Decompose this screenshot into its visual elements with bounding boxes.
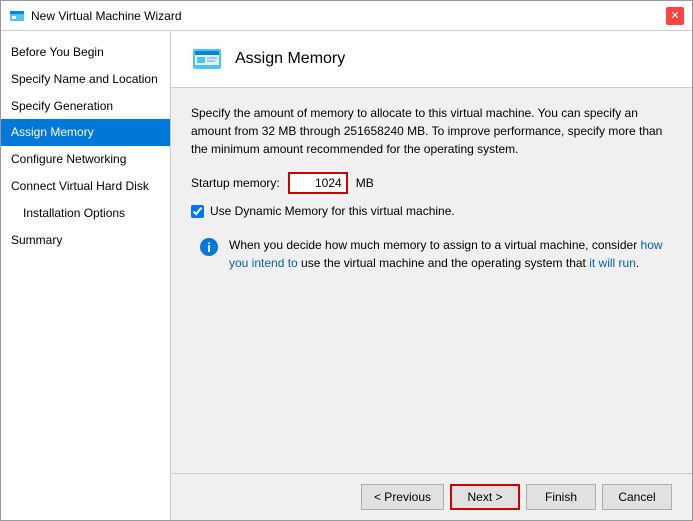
content-area: Before You Begin Specify Name and Locati… <box>1 31 692 520</box>
title-bar-text: New Virtual Machine Wizard <box>31 9 666 23</box>
memory-unit-label: MB <box>356 176 374 190</box>
description-text: Specify the amount of memory to allocate… <box>191 104 672 158</box>
sidebar: Before You Begin Specify Name and Locati… <box>1 31 171 520</box>
startup-memory-row: Startup memory: MB <box>191 172 672 194</box>
dynamic-memory-row: Use Dynamic Memory for this virtual mach… <box>191 204 672 218</box>
startup-memory-label: Startup memory: <box>191 176 280 190</box>
dynamic-memory-checkbox[interactable] <box>191 205 204 218</box>
window-icon <box>9 8 25 24</box>
sidebar-item-configure-networking[interactable]: Configure Networking <box>1 146 170 173</box>
footer: < Previous Next > Finish Cancel <box>171 473 692 520</box>
startup-memory-input[interactable] <box>288 172 348 194</box>
info-highlight-2: it will run <box>589 256 636 270</box>
wizard-window: New Virtual Machine Wizard ✕ Before You … <box>0 0 693 521</box>
sidebar-item-specify-name[interactable]: Specify Name and Location <box>1 66 170 93</box>
title-bar: New Virtual Machine Wizard ✕ <box>1 1 692 31</box>
sidebar-item-assign-memory[interactable]: Assign Memory <box>1 119 170 146</box>
close-button[interactable]: ✕ <box>666 7 684 25</box>
main-header: Assign Memory <box>171 31 692 88</box>
info-text: When you decide how much memory to assig… <box>229 236 664 272</box>
main-content: Specify the amount of memory to allocate… <box>171 88 692 473</box>
sidebar-item-before-you-begin[interactable]: Before You Begin <box>1 39 170 66</box>
finish-button[interactable]: Finish <box>526 484 596 510</box>
sidebar-item-summary[interactable]: Summary <box>1 227 170 254</box>
dynamic-memory-label: Use Dynamic Memory for this virtual mach… <box>210 204 455 218</box>
info-box: i When you decide how much memory to ass… <box>191 228 672 280</box>
svg-text:i: i <box>207 240 211 255</box>
sidebar-item-specify-generation[interactable]: Specify Generation <box>1 93 170 120</box>
main-panel: Assign Memory Specify the amount of memo… <box>171 31 692 520</box>
page-title: Assign Memory <box>235 50 345 68</box>
next-button[interactable]: Next > <box>450 484 520 510</box>
previous-button[interactable]: < Previous <box>361 484 444 510</box>
cancel-button[interactable]: Cancel <box>602 484 672 510</box>
sidebar-item-connect-vhd[interactable]: Connect Virtual Hard Disk <box>1 173 170 200</box>
header-icon <box>191 43 223 75</box>
sidebar-item-installation-options[interactable]: Installation Options <box>1 200 170 227</box>
info-icon: i <box>199 237 219 257</box>
